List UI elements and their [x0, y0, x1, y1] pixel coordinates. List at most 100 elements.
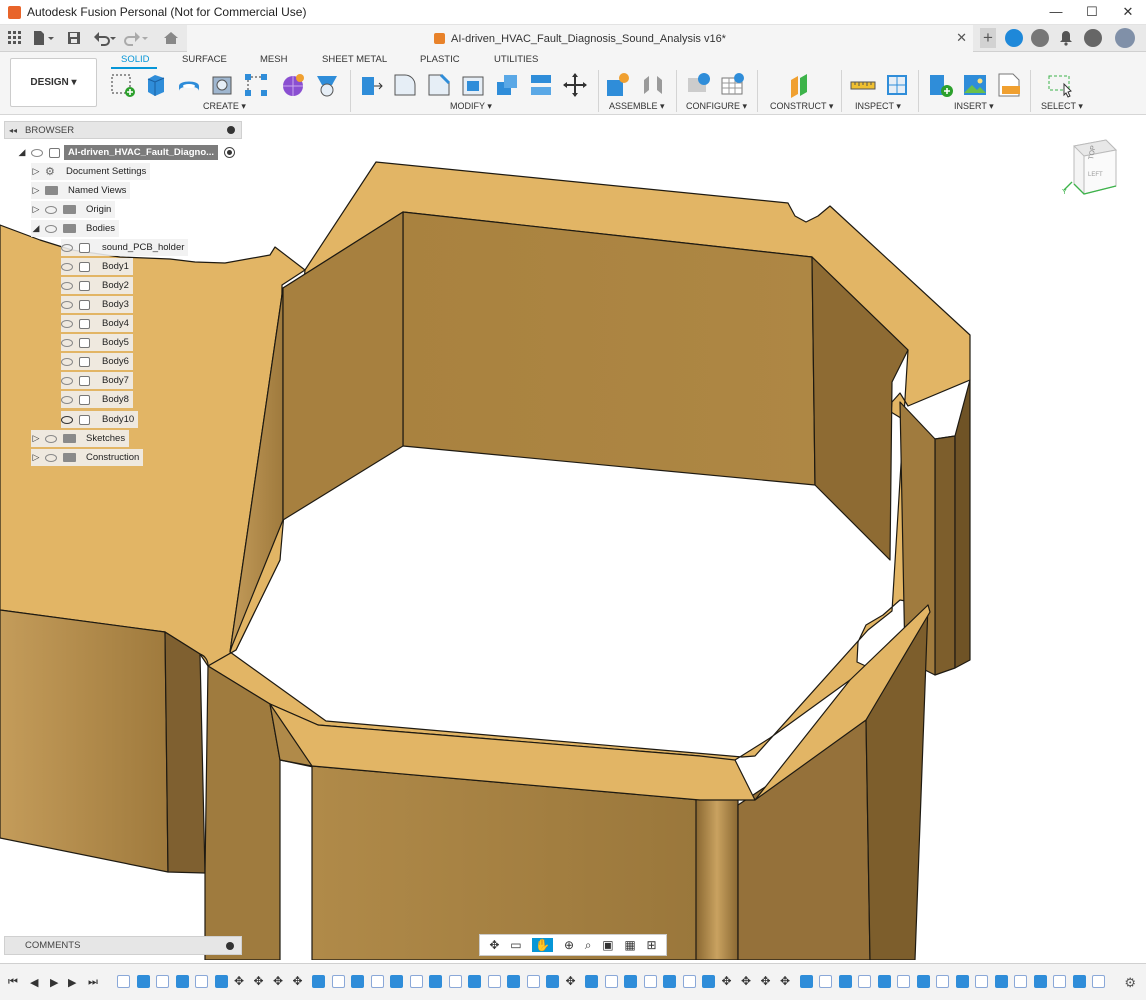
grid-settings-icon[interactable]: ▦	[624, 938, 635, 952]
tab-sheet-metal[interactable]: SHEET METAL	[322, 54, 387, 65]
timeline-sketch-icon[interactable]	[370, 975, 384, 988]
home-icon[interactable]	[162, 30, 180, 46]
timeline-feature-icon[interactable]	[175, 975, 189, 988]
tab-surface[interactable]: SURFACE	[182, 54, 227, 65]
revolve-icon[interactable]	[176, 72, 202, 98]
configure-menu[interactable]: CONFIGURE ▾	[686, 101, 747, 112]
browser-node-bodies[interactable]: ◢ Bodies	[31, 220, 120, 237]
pattern-icon[interactable]	[243, 72, 269, 98]
select-menu[interactable]: SELECT ▾	[1041, 101, 1083, 112]
timeline-sketch-icon[interactable]	[487, 975, 501, 988]
app-grid-icon[interactable]	[8, 30, 22, 46]
expander-icon[interactable]: ◢	[17, 147, 27, 158]
visibility-eye-icon[interactable]	[61, 243, 73, 252]
insert-derive-icon[interactable]	[928, 72, 954, 98]
timeline-move-icon[interactable]: ✥	[566, 975, 581, 990]
pan-icon[interactable]: ✋	[532, 938, 554, 952]
browser-header[interactable]: ◂◂ BROWSER	[4, 121, 242, 139]
visibility-eye-icon[interactable]	[61, 357, 73, 366]
configure-icon[interactable]	[686, 72, 712, 98]
notifications-icon[interactable]	[1059, 30, 1073, 46]
timeline-sketch-icon[interactable]	[936, 975, 949, 988]
close-tab-button[interactable]: ✕	[956, 30, 967, 46]
expand-icon[interactable]: ▷	[31, 166, 41, 177]
expand-icon[interactable]: ▷	[31, 452, 41, 463]
fillet-icon[interactable]	[392, 72, 418, 98]
hole-icon[interactable]	[209, 72, 235, 98]
help-icon[interactable]	[1084, 29, 1102, 47]
timeline-sketch-icon[interactable]	[526, 975, 540, 988]
minimize-button[interactable]: —	[1038, 4, 1074, 20]
undo-icon[interactable]	[93, 30, 117, 46]
timeline-sketch-icon[interactable]	[195, 975, 208, 988]
document-tab[interactable]: AI-driven_HVAC_Fault_Diagnosis_Sound_Ana…	[187, 25, 973, 52]
timeline-settings-icon[interactable]: ⚙	[1124, 975, 1136, 991]
timeline-sketch-icon[interactable]	[1014, 975, 1027, 988]
browser-node-body[interactable]: Body8	[61, 391, 133, 408]
assemble-menu[interactable]: ASSEMBLE ▾	[609, 101, 665, 112]
timeline-move-icon[interactable]: ✥	[234, 975, 249, 990]
go-to-end-icon[interactable]: ⏭	[88, 976, 98, 989]
browser-node-origin[interactable]: ▷ Origin	[31, 201, 116, 218]
workspace-switcher-button[interactable]: DESIGN ▾	[10, 58, 97, 107]
zoom-icon[interactable]: ⊕	[564, 938, 574, 952]
timeline-move-icon[interactable]: ✥	[741, 975, 756, 990]
timeline-sketch-icon[interactable]	[156, 975, 169, 988]
create-sketch-icon[interactable]	[110, 72, 136, 98]
timeline-feature-icon[interactable]	[546, 975, 559, 988]
combine-icon[interactable]	[494, 72, 520, 98]
timeline-feature-icon[interactable]	[663, 975, 676, 988]
expand-icon[interactable]: ▷	[31, 185, 41, 196]
visibility-eye-icon[interactable]	[61, 319, 73, 328]
browser-node-body[interactable]: Body1	[61, 258, 133, 275]
add-comment-icon[interactable]	[226, 941, 234, 950]
chamfer-icon[interactable]	[426, 72, 452, 98]
browser-pin-icon[interactable]	[227, 126, 235, 134]
timeline-sketch-icon[interactable]	[897, 975, 910, 988]
timeline-feature-icon[interactable]	[1072, 975, 1086, 988]
display-settings-icon[interactable]: ▣	[602, 938, 613, 952]
timeline-sketch-icon[interactable]	[975, 975, 988, 988]
browser-node-sketches[interactable]: ▷ Sketches	[31, 430, 130, 447]
timeline-move-icon[interactable]: ✥	[254, 975, 269, 990]
create-menu[interactable]: CREATE ▾	[203, 101, 246, 112]
timeline-feature-icon[interactable]	[1033, 975, 1047, 988]
extrude-icon[interactable]	[143, 72, 169, 98]
visibility-eye-icon[interactable]	[61, 262, 73, 271]
configuration-table-icon[interactable]	[720, 72, 746, 98]
expand-icon[interactable]: ▷	[31, 433, 41, 444]
offset-plane-icon[interactable]	[787, 72, 813, 98]
new-component-icon[interactable]	[605, 72, 631, 98]
timeline-sketch-icon[interactable]	[1053, 975, 1066, 988]
timeline-sketch-icon[interactable]	[643, 975, 657, 988]
viewports-icon[interactable]: ⊞	[646, 938, 656, 952]
go-to-start-icon[interactable]: ⏮	[8, 976, 18, 989]
timeline-feature-icon[interactable]	[994, 975, 1008, 988]
timeline-sketch-icon[interactable]	[858, 975, 871, 988]
timeline-feature-icon[interactable]	[585, 975, 598, 988]
step-forward-icon[interactable]: ▶	[68, 976, 76, 989]
close-window-button[interactable]: ✕	[1110, 4, 1146, 20]
look-at-icon[interactable]: ▭	[510, 938, 521, 952]
select-icon[interactable]	[1047, 72, 1073, 98]
tab-plastic[interactable]: PLASTIC	[420, 54, 460, 65]
tab-mesh[interactable]: MESH	[260, 54, 287, 65]
timeline-move-icon[interactable]: ✥	[780, 975, 795, 990]
browser-root-node[interactable]: ◢ AI-driven_HVAC_Fault_Diagno...	[17, 144, 236, 161]
browser-node-body[interactable]: Body7	[61, 372, 133, 389]
timeline-sketch-icon[interactable]	[331, 975, 345, 988]
timeline-feature-icon[interactable]	[702, 975, 715, 988]
timeline-feature-icon[interactable]	[214, 975, 228, 988]
collapse-icon[interactable]: ◢	[31, 223, 41, 234]
modify-menu[interactable]: MODIFY ▾	[450, 101, 492, 112]
timeline-move-icon[interactable]: ✥	[722, 975, 737, 990]
press-pull-icon[interactable]	[358, 72, 384, 98]
maximize-button[interactable]: ☐	[1074, 4, 1110, 20]
visibility-eye-icon[interactable]	[61, 376, 73, 385]
fit-icon[interactable]: ⌕	[585, 938, 592, 953]
timeline-feature-icon[interactable]	[429, 975, 442, 988]
job-status-icon[interactable]	[1031, 29, 1049, 47]
form-icon[interactable]	[280, 72, 306, 98]
timeline-move-icon[interactable]: ✥	[293, 975, 308, 990]
redo-icon[interactable]	[124, 30, 148, 46]
